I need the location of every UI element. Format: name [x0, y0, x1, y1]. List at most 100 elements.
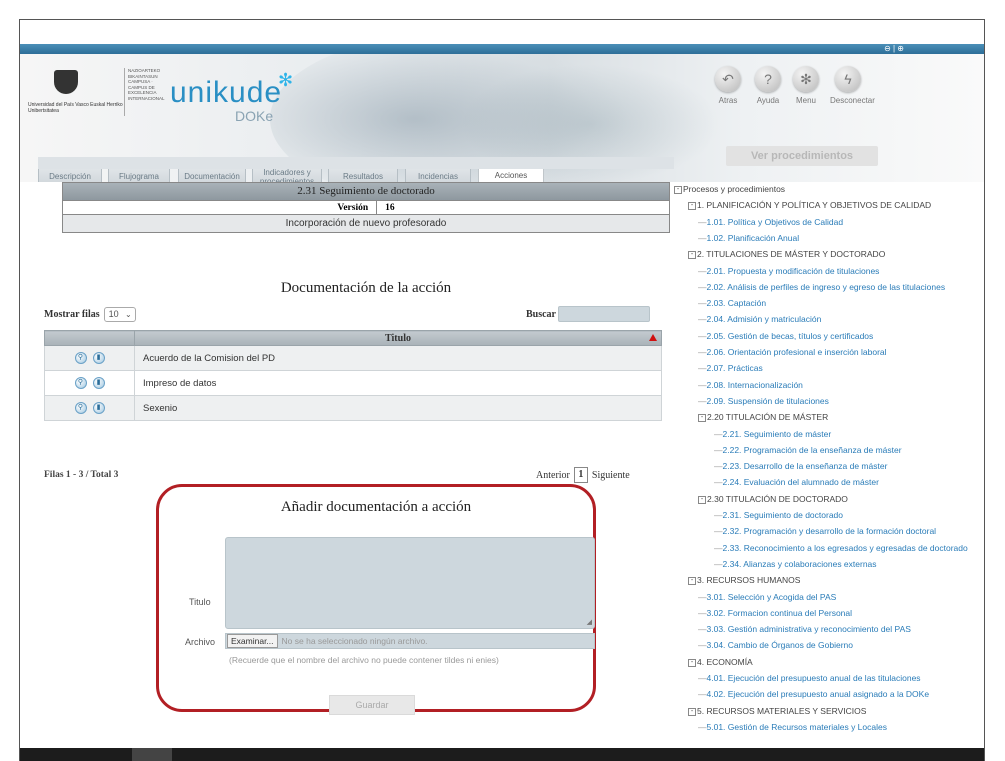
search-input[interactable]	[558, 306, 650, 322]
next-page-link[interactable]: Siguiente	[592, 470, 630, 481]
tree-link[interactable]: —2.08. Internacionalización	[698, 378, 803, 393]
tree-item-label: 2.22. Programación de la enseñanza de má…	[722, 445, 902, 455]
current-page[interactable]: 1	[573, 467, 588, 483]
tree-link[interactable]: —3.03. Gestión administrativa y reconoci…	[698, 622, 911, 637]
logout-label: Desconectar	[830, 96, 875, 105]
tree-section[interactable]: -4. ECONOMÍA	[688, 655, 753, 670]
tree-connector: —	[698, 624, 707, 634]
documents-table: Titulo ⚲ ▮ Acuerdo de la Comision del PD …	[44, 330, 662, 421]
tree-item-label: 1.02. Planificación Anual	[706, 233, 800, 243]
title-textarea[interactable]: ◢	[225, 537, 595, 629]
tree-connector: —	[698, 380, 707, 390]
tree-link[interactable]: —2.34. Alianzas y colaboraciones externa…	[714, 557, 877, 572]
delete-trash-icon[interactable]: ▮	[92, 377, 105, 389]
brand-name: unikude	[170, 76, 283, 109]
menu-label: Menu	[795, 96, 816, 105]
collapse-toggle-icon[interactable]: -	[688, 658, 696, 667]
collapse-toggle-icon[interactable]: -	[674, 185, 682, 194]
tree-link[interactable]: —2.23. Desarrollo de la enseñanza de más…	[714, 459, 887, 474]
tree-link[interactable]: —2.07. Prácticas	[698, 361, 763, 376]
tree-section[interactable]: -2.20 TITULACIÓN DE MÁSTER	[698, 410, 828, 425]
tree-section[interactable]: -2. TITULACIONES DE MÁSTER Y DOCTORADO	[688, 247, 885, 262]
prev-page-link[interactable]: Anterior	[536, 470, 570, 481]
show-rows-value: 10	[108, 309, 119, 319]
tree-link[interactable]: —2.01. Propuesta y modificación de titul…	[698, 264, 879, 279]
delete-trash-icon[interactable]: ▮	[92, 402, 105, 414]
tree-link[interactable]: —2.05. Gestión de becas, títulos y certi…	[698, 329, 873, 344]
upv-logo[interactable]: Universidad del País Vasco Euskal Herrik…	[28, 68, 123, 128]
tree-section[interactable]: -2.30 TITULACIÓN DE DOCTORADO	[698, 492, 848, 507]
tree-link[interactable]: —2.31. Seguimiento de doctorado	[714, 508, 843, 523]
tree-link[interactable]: —2.03. Captación	[698, 296, 766, 311]
title-column-header[interactable]: Titulo	[134, 330, 662, 346]
tree-connector: —	[698, 592, 707, 602]
lightning-icon: ϟ	[835, 66, 861, 92]
tree-section[interactable]: -5. RECURSOS MATERIALES Y SERVICIOS	[688, 704, 866, 719]
collapse-toggle-icon[interactable]: -	[688, 250, 696, 259]
tree-item-label: 2.34. Alianzas y colaboraciones externas	[722, 559, 877, 569]
delete-trash-icon[interactable]: ▮	[92, 352, 105, 364]
resize-grip-icon[interactable]: ◢	[587, 618, 592, 626]
upv-logo-text: Universidad del País Vasco Euskal Herrik…	[28, 102, 123, 114]
collapse-toggle-icon[interactable]: -	[688, 201, 696, 210]
tree-link[interactable]: —3.02. Formacion continua del Personal	[698, 606, 852, 621]
table-row: ⚲ ▮ Impreso de datos	[44, 370, 662, 396]
menu-button[interactable]: ✻ Menu	[788, 66, 824, 105]
tree-link[interactable]: —1.02. Planificación Anual	[698, 231, 799, 246]
save-button[interactable]: Guardar	[329, 695, 415, 715]
row-title[interactable]: Impreso de datos	[134, 370, 662, 396]
sort-ascending-icon[interactable]	[649, 334, 657, 341]
tree-section[interactable]: -1. PLANIFICACIÓN Y POLÍTICA Y OBJETIVOS…	[688, 198, 931, 213]
tree-link[interactable]: —1.01. Política y Objetivos de Calidad	[698, 215, 843, 230]
tree-link[interactable]: —4.02. Ejecución del presupuesto anual a…	[698, 687, 929, 702]
tree-link[interactable]: —2.24. Evaluación del alumnado de máster	[714, 475, 879, 490]
tree-link[interactable]: —2.22. Programación de la enseñanza de m…	[714, 443, 902, 458]
collapse-toggle-icon[interactable]: -	[688, 576, 696, 585]
table-header-row: Titulo	[44, 330, 662, 346]
tree-section[interactable]: -3. RECURSOS HUMANOS	[688, 573, 800, 588]
collapse-toggle-icon[interactable]: -	[698, 413, 706, 422]
tree-item-label: 4.02. Ejecución del presupuesto anual as…	[706, 689, 930, 699]
tree-link[interactable]: —2.21. Seguimiento de máster	[714, 427, 831, 442]
tree-link[interactable]: —2.06. Orientación profesional e inserci…	[698, 345, 887, 360]
tree-link[interactable]: —2.04. Admisión y matriculación	[698, 312, 821, 327]
tree-link[interactable]: —2.02. Análisis de perfiles de ingreso y…	[698, 280, 945, 295]
tree-item-label: 2.09. Suspensión de titulaciones	[706, 396, 829, 406]
tree-link[interactable]: —2.09. Suspensión de titulaciones	[698, 394, 829, 409]
tree-link[interactable]: —4.01. Ejecución del presupuesto anual d…	[698, 671, 921, 686]
show-rows-select[interactable]: 10 ⌄	[103, 307, 136, 322]
tree-link[interactable]: —2.33. Reconocimiento a los egresados y …	[714, 541, 968, 556]
tree-item-label: 2.20 TITULACIÓN DE MÁSTER	[707, 412, 829, 422]
browse-button[interactable]: Examinar...	[227, 634, 278, 648]
table-row: ⚲ ▮ Acuerdo de la Comision del PD	[44, 345, 662, 371]
tree-root[interactable]: - Procesos y procedimientos	[674, 182, 785, 197]
row-title[interactable]: Sexenio	[134, 395, 662, 421]
tree-connector: —	[714, 543, 723, 553]
tree-link[interactable]: —3.04. Cambio de Órganos de Gobierno	[698, 638, 853, 653]
tree-item-label: 5.01. Gestión de Recursos materiales y L…	[706, 722, 887, 732]
process-subtitle: Incorporación de nuevo profesorado	[63, 214, 669, 232]
collapse-toggle-icon[interactable]: -	[698, 495, 706, 504]
show-rows-label: Mostrar filas	[44, 309, 100, 320]
collapse-toggle-icon[interactable]: -	[688, 707, 696, 716]
tree-item-label: 3. RECURSOS HUMANOS	[697, 575, 801, 585]
file-input[interactable]: Examinar... No se ha seleccionado ningún…	[225, 633, 595, 649]
tree-connector: —	[698, 640, 707, 650]
help-button[interactable]: ? Ayuda	[750, 66, 786, 105]
tree-root-label: Procesos y procedimientos	[683, 184, 786, 194]
documents-heading: Documentación de la acción	[280, 280, 452, 296]
tree-link[interactable]: —3.01. Selección y Acogida del PAS	[698, 590, 836, 605]
view-magnifier-icon[interactable]: ⚲	[74, 377, 87, 389]
tree-item-label: 2.04. Admisión y matriculación	[706, 314, 822, 324]
back-button[interactable]: ↶ Atras	[710, 66, 746, 105]
tree-link[interactable]: —2.32. Programación y desarrollo de la f…	[714, 524, 936, 539]
tree-connector: —	[714, 559, 723, 569]
tree-item-label: 2.05. Gestión de becas, títulos y certif…	[706, 331, 874, 341]
ver-procedimientos-button[interactable]: Ver procedimientos	[726, 146, 878, 166]
logout-button[interactable]: ϟ Desconectar	[830, 66, 875, 105]
tree-link[interactable]: —5.01. Gestión de Recursos materiales y …	[698, 720, 887, 735]
view-magnifier-icon[interactable]: ⚲	[74, 402, 87, 414]
zoom-controls[interactable]: ⊖ | ⊕	[884, 44, 904, 54]
view-magnifier-icon[interactable]: ⚲	[74, 352, 87, 364]
row-title[interactable]: Acuerdo de la Comision del PD	[134, 345, 662, 371]
